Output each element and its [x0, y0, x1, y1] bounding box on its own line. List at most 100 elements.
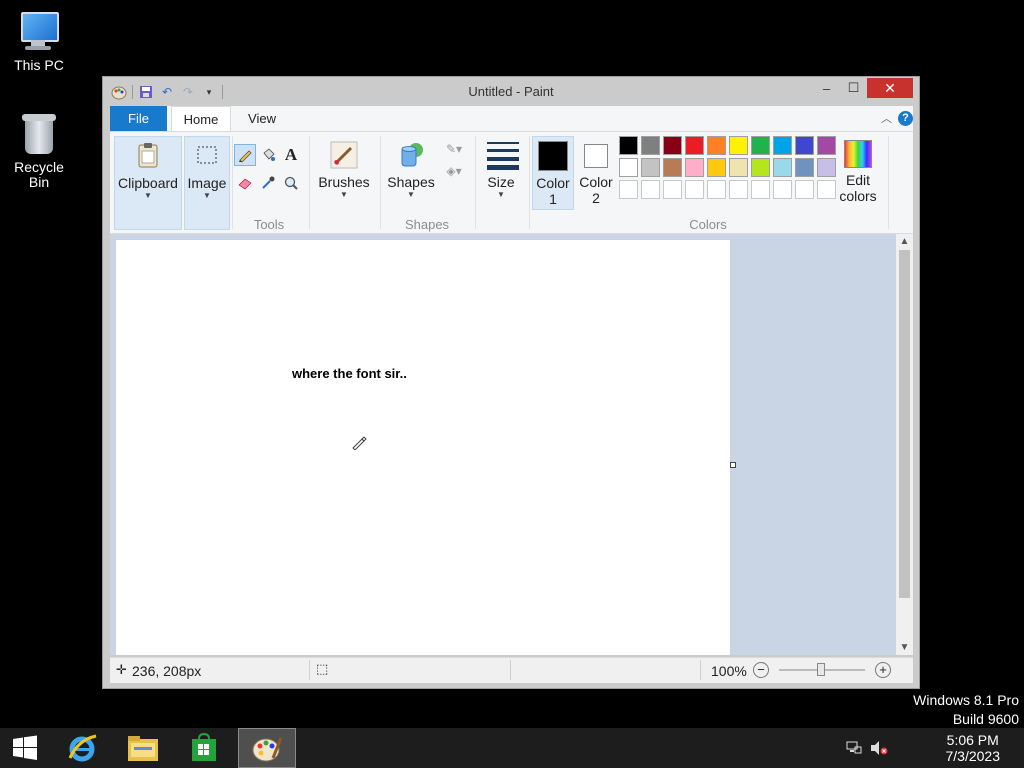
color-swatch[interactable]	[707, 136, 726, 155]
color-swatch[interactable]	[773, 136, 792, 155]
color-swatch[interactable]	[619, 158, 638, 177]
clock-date: 7/3/2023	[945, 748, 1001, 764]
taskbar-paint[interactable]	[238, 728, 296, 768]
desktop-icon-label: This PC	[14, 57, 64, 73]
close-button[interactable]: ✕	[867, 78, 913, 98]
status-bar: ✛ 236, 208px ⬚ 100% − +	[110, 657, 913, 683]
color-swatch[interactable]	[817, 136, 836, 155]
custom-color-slot[interactable]	[729, 180, 748, 199]
resize-handle-right[interactable]	[730, 462, 736, 468]
chevron-down-icon: ▼	[144, 191, 152, 200]
network-icon[interactable]	[846, 740, 862, 759]
color-swatch[interactable]	[795, 136, 814, 155]
fill-tool[interactable]	[257, 144, 279, 166]
tab-view[interactable]: View	[237, 106, 287, 131]
system-tray	[840, 728, 900, 768]
color-swatch[interactable]	[795, 158, 814, 177]
text-tool[interactable]: A	[280, 144, 302, 166]
zoom-in-icon[interactable]: +	[875, 662, 891, 678]
size-button[interactable]: Size ▼	[477, 136, 525, 210]
vertical-scrollbar[interactable]: ▲ ▼	[896, 234, 913, 655]
window-title: Untitled - Paint	[468, 84, 554, 99]
clipboard-button[interactable]: Clipboard ▼	[114, 136, 182, 230]
drawing-canvas[interactable]: where the font sir..	[116, 240, 730, 655]
minimize-ribbon-icon[interactable]: ︿	[881, 110, 892, 126]
os-build: Build 9600	[952, 711, 1019, 727]
shapes-icon	[396, 140, 426, 170]
color-picker-tool[interactable]	[257, 172, 279, 194]
color2-label: Color	[579, 174, 613, 190]
ribbon-home: Clipboard ▼ Image ▼ A Tools Brushes ▼ Sh…	[110, 131, 913, 234]
zoom-slider-thumb[interactable]	[817, 663, 825, 676]
color-swatch[interactable]	[685, 158, 704, 177]
color-swatch[interactable]	[729, 136, 748, 155]
recycle-bin-icon	[17, 112, 61, 156]
tab-home[interactable]: Home	[171, 106, 231, 131]
color2-button[interactable]: Color 2	[575, 136, 617, 210]
color-swatch[interactable]	[685, 136, 704, 155]
os-version-label: Windows 8.1 Pro Build 9600	[913, 692, 1019, 727]
image-button[interactable]: Image ▼	[184, 136, 230, 230]
taskbar-clock[interactable]: 5:06 PM 7/3/2023	[946, 732, 1001, 764]
custom-color-slot[interactable]	[751, 180, 770, 199]
color-swatch[interactable]	[641, 158, 660, 177]
internet-explorer-icon	[68, 734, 97, 762]
taskbar-internet-explorer[interactable]	[54, 728, 110, 768]
custom-color-slot[interactable]	[663, 180, 682, 199]
fill-icon[interactable]: ◈▾	[440, 160, 468, 182]
desktop-icon-recycle-bin[interactable]: Recycle Bin	[3, 112, 75, 190]
start-button[interactable]	[0, 728, 50, 768]
canvas-workarea[interactable]: where the font sir.. ▲ ▼	[110, 234, 913, 655]
scroll-down-icon[interactable]: ▼	[896, 642, 913, 653]
color-swatch[interactable]	[751, 158, 770, 177]
color-swatch[interactable]	[751, 136, 770, 155]
custom-color-slot[interactable]	[641, 180, 660, 199]
pencil-tool[interactable]	[234, 144, 256, 166]
tools-group-label: Tools	[253, 217, 285, 232]
maximize-button[interactable]: ☐	[840, 78, 867, 98]
custom-color-slot[interactable]	[707, 180, 726, 199]
custom-color-slot[interactable]	[817, 180, 836, 199]
color1-swatch	[538, 141, 568, 171]
store-icon	[192, 733, 216, 761]
color-swatch[interactable]	[707, 158, 726, 177]
paint-icon	[252, 737, 283, 762]
outline-icon[interactable]: ✎▾	[440, 138, 468, 160]
color1-button[interactable]: Color 1	[532, 136, 574, 210]
color-swatch[interactable]	[619, 136, 638, 155]
custom-color-slot[interactable]	[795, 180, 814, 199]
custom-color-slot[interactable]	[685, 180, 704, 199]
folder-icon	[128, 736, 158, 761]
brushes-button[interactable]: Brushes ▼	[311, 136, 377, 210]
custom-color-slot[interactable]	[619, 180, 638, 199]
shapes-button[interactable]: Shapes ▼	[382, 136, 440, 210]
taskbar-file-explorer[interactable]	[115, 728, 171, 768]
help-icon[interactable]: ?	[898, 110, 913, 126]
color-swatch[interactable]	[641, 136, 660, 155]
this-pc-icon	[17, 10, 61, 54]
scrollbar-thumb[interactable]	[899, 250, 910, 598]
minimize-button[interactable]: –	[813, 78, 840, 98]
color-swatch[interactable]	[663, 136, 682, 155]
color-swatch[interactable]	[729, 158, 748, 177]
taskbar-store[interactable]	[176, 728, 232, 768]
scroll-up-icon[interactable]: ▲	[896, 236, 913, 247]
custom-color-slot[interactable]	[773, 180, 792, 199]
title-bar[interactable]: ↶ ↷ ▾ Untitled - Paint – ☐ ✕	[103, 77, 919, 106]
line-width-icon	[486, 140, 519, 170]
color-swatch[interactable]	[773, 158, 792, 177]
shapes-label: Shapes	[387, 174, 435, 190]
magnifier-tool[interactable]	[280, 172, 302, 194]
zoom-out-icon[interactable]: −	[753, 662, 769, 678]
color2-number: 2	[592, 190, 600, 206]
color-swatch[interactable]	[817, 158, 836, 177]
volume-muted-icon[interactable]	[870, 740, 888, 759]
color-swatch[interactable]	[663, 158, 682, 177]
zoom-level: 100%	[711, 663, 747, 679]
chevron-down-icon: ▼	[407, 190, 415, 199]
desktop-icon-this-pc[interactable]: This PC	[3, 10, 75, 73]
tab-file[interactable]: File	[110, 106, 167, 131]
edit-colors-button[interactable]: Edit colors	[838, 136, 878, 210]
select-icon	[192, 141, 222, 171]
eraser-tool[interactable]	[234, 172, 256, 194]
